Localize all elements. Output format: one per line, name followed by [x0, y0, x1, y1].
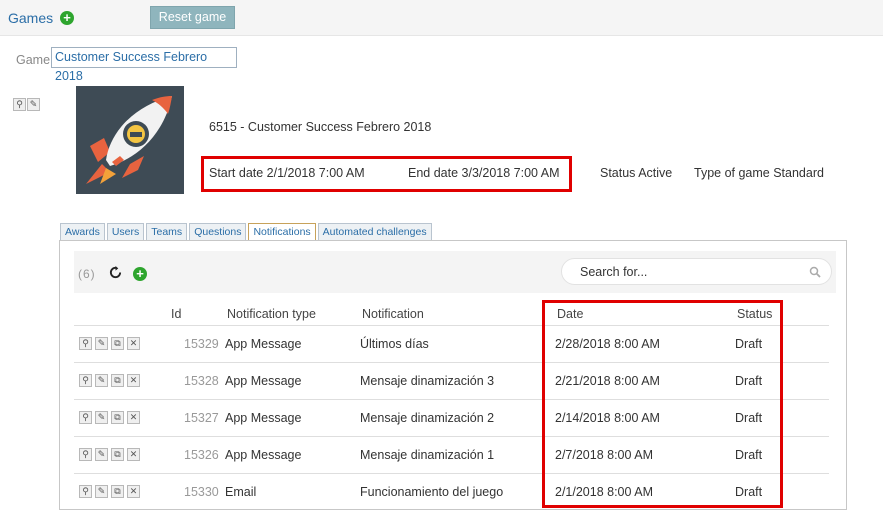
cell-id: 15329 [184, 337, 219, 351]
tab-awards[interactable]: Awards [60, 223, 105, 240]
game-image [76, 86, 184, 194]
cell-id: 15327 [184, 411, 219, 425]
column-header-id[interactable]: Id [171, 307, 181, 321]
add-game-icon[interactable]: + [60, 11, 74, 25]
cell-notification: Mensaje dinamización 1 [360, 448, 495, 462]
game-label: Game [16, 53, 51, 67]
edit-icon[interactable]: ✎ [27, 98, 40, 111]
game-select[interactable]: Customer Success Febrero 2018 [51, 47, 237, 83]
search-input[interactable] [580, 264, 800, 280]
tab-questions[interactable]: Questions [189, 223, 247, 240]
game-type: Type of game Standard [694, 166, 824, 180]
cell-notification: Últimos días [360, 337, 429, 351]
refresh-icon[interactable] [109, 266, 122, 279]
edit-icon[interactable]: ✎ [95, 448, 108, 461]
tab-teams[interactable]: Teams [146, 223, 188, 240]
row-actions: ⚲ ✎ ⧉ ✕ [79, 448, 143, 466]
game-actions: ⚲ ✎ [13, 98, 41, 116]
tab-users[interactable]: Users [106, 223, 145, 240]
search-icon[interactable] [809, 266, 821, 278]
cell-id: 15326 [184, 448, 219, 462]
cell-notification: Funcionamiento del juego [360, 485, 504, 499]
games-link[interactable]: Games [8, 10, 53, 26]
cell-type: App Message [225, 448, 302, 462]
row-actions: ⚲ ✎ ⧉ ✕ [79, 337, 143, 355]
edit-icon[interactable]: ✎ [95, 374, 108, 387]
cell-type: App Message [225, 337, 302, 351]
delete-icon[interactable]: ✕ [127, 374, 140, 387]
tab-automated-challenges[interactable]: Automated challenges [317, 223, 432, 240]
view-icon[interactable]: ⚲ [79, 337, 92, 350]
view-icon[interactable]: ⚲ [79, 448, 92, 461]
delete-icon[interactable]: ✕ [127, 448, 140, 461]
cell-type: App Message [225, 411, 302, 425]
date-status-highlight-box [542, 300, 783, 508]
edit-icon[interactable]: ✎ [95, 337, 108, 350]
cell-notification: Mensaje dinamización 2 [360, 411, 495, 425]
top-bar: Games + Reset game [0, 0, 883, 36]
cell-id: 15328 [184, 374, 219, 388]
delete-icon[interactable]: ✕ [127, 337, 140, 350]
cell-type: App Message [225, 374, 302, 388]
row-actions: ⚲ ✎ ⧉ ✕ [79, 411, 143, 429]
search-box [561, 258, 832, 285]
start-date: Start date 2/1/2018 7:00 AM [209, 166, 365, 180]
rocket-icon [86, 96, 172, 184]
copy-icon[interactable]: ⧉ [111, 337, 124, 350]
column-header-type[interactable]: Notification type [227, 307, 316, 321]
game-name: 6515 - Customer Success Febrero 2018 [209, 120, 432, 134]
notification-count: (6) [78, 267, 96, 281]
copy-icon[interactable]: ⧉ [111, 374, 124, 387]
cell-notification: Mensaje dinamización 3 [360, 374, 495, 388]
view-icon[interactable]: ⚲ [13, 98, 26, 111]
cell-id: 15330 [184, 485, 219, 499]
row-actions: ⚲ ✎ ⧉ ✕ [79, 485, 143, 503]
row-actions: ⚲ ✎ ⧉ ✕ [79, 374, 143, 392]
edit-icon[interactable]: ✎ [95, 411, 108, 424]
reset-game-button[interactable]: Reset game [150, 6, 235, 29]
panel-toolbar: (6) + [74, 251, 836, 293]
copy-icon[interactable]: ⧉ [111, 448, 124, 461]
delete-icon[interactable]: ✕ [127, 411, 140, 424]
view-icon[interactable]: ⚲ [79, 485, 92, 498]
view-icon[interactable]: ⚲ [79, 374, 92, 387]
column-header-notification[interactable]: Notification [362, 307, 424, 321]
add-notification-icon[interactable]: + [133, 267, 147, 281]
game-status: Status Active [600, 166, 673, 180]
view-icon[interactable]: ⚲ [79, 411, 92, 424]
edit-icon[interactable]: ✎ [95, 485, 108, 498]
end-date: End date 3/3/2018 7:00 AM [408, 166, 560, 180]
cell-type: Email [225, 485, 257, 499]
copy-icon[interactable]: ⧉ [111, 485, 124, 498]
tab-bar: Awards Users Teams Questions Notificatio… [60, 223, 432, 241]
delete-icon[interactable]: ✕ [127, 485, 140, 498]
copy-icon[interactable]: ⧉ [111, 411, 124, 424]
tab-notifications[interactable]: Notifications [248, 223, 316, 241]
